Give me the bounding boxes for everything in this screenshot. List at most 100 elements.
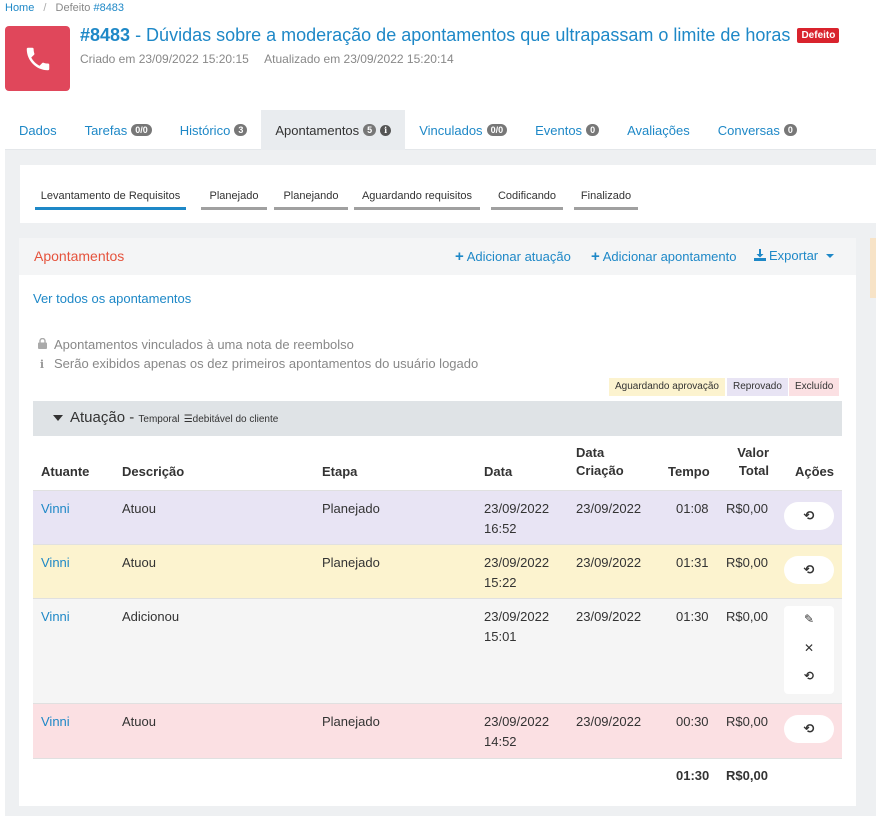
- tab-label: Eventos: [535, 122, 583, 138]
- add-apontamento-label: Adicionar apontamento: [602, 249, 737, 264]
- etapa-cell: Planejado: [322, 714, 380, 729]
- add-action-button[interactable]: + Adicionar atuação: [455, 248, 571, 265]
- breadcrumb-current: Defeito #8483: [56, 2, 125, 14]
- tab-label: Histórico: [179, 122, 231, 138]
- stage-aguardando-requisitos[interactable]: Aguardando requisitos: [354, 186, 480, 210]
- row-actions: ✎ ✕ ⟲: [784, 606, 834, 694]
- tab-label: Avaliações: [627, 122, 690, 138]
- breadcrumb-current-id: #8483: [93, 2, 125, 14]
- section-title-text: Atuação: [70, 409, 126, 426]
- ticket-dates: Criado em 23/09/2022 15:20:15 Atualizado…: [80, 52, 454, 66]
- tab-historico[interactable]: Histórico 3: [166, 110, 262, 150]
- edit-icon[interactable]: ✎: [784, 612, 834, 626]
- plus-icon: +: [455, 248, 464, 265]
- data-time: 16:52: [484, 521, 517, 536]
- stage-codificando[interactable]: Codificando: [491, 186, 563, 210]
- tempo-cell: 01:08: [676, 501, 709, 516]
- stage-planejando[interactable]: Planejando: [274, 186, 348, 210]
- data-cell: 23/09/2022 15:22: [484, 553, 549, 593]
- valor-cell: R$0,00: [726, 555, 768, 570]
- tab-eventos[interactable]: Eventos 0: [521, 110, 613, 150]
- breadcrumb-home-link[interactable]: Home: [5, 2, 34, 14]
- history-icon: ⟲: [803, 562, 815, 578]
- valor-cell: R$0,00: [726, 714, 768, 729]
- atuacao-section-header[interactable]: Atuação - Temporal ☰debitável do cliente: [33, 401, 842, 436]
- data-time: 15:01: [484, 629, 517, 644]
- criacao-cell: 23/09/2022: [576, 714, 642, 729]
- etapa-cell: Planejado: [322, 501, 380, 516]
- info-note: i Serão exibidos apenas os dez primeiros …: [36, 356, 478, 371]
- stage-finalizado[interactable]: Finalizado: [574, 186, 638, 210]
- atuante-link[interactable]: Vinni: [41, 553, 70, 573]
- descricao-cell: Adicionou: [122, 609, 180, 624]
- export-label: Exportar: [769, 248, 819, 263]
- descricao-cell: Atuou: [122, 555, 156, 570]
- tab-vinculados[interactable]: Vinculados 0/0: [405, 110, 521, 150]
- header-tempo: Tempo: [668, 464, 710, 479]
- plus-icon: +: [591, 248, 600, 265]
- export-dropdown[interactable]: Exportar: [754, 248, 834, 263]
- header-data: Data: [484, 464, 513, 479]
- data-time: 14:52: [484, 734, 517, 749]
- history-button[interactable]: ⟲: [784, 502, 834, 530]
- section-subtitle-debit: debitável do cliente: [192, 414, 279, 425]
- header-descricao: Descrição: [122, 464, 185, 479]
- delete-icon[interactable]: ✕: [784, 641, 834, 655]
- atuante-link[interactable]: Vinni: [41, 499, 70, 519]
- view-all-link[interactable]: Ver todos os apontamentos: [33, 291, 191, 306]
- valor-cell: R$0,00: [726, 501, 768, 516]
- header-valor-total: Valor Total: [724, 444, 769, 480]
- side-panel-edge: [870, 238, 876, 298]
- ticket-number: #8483: [80, 25, 131, 45]
- history-icon: ⟲: [803, 508, 815, 524]
- header-valor-line2: Total: [738, 463, 769, 478]
- totals-row: 01:30 R$0,00: [33, 758, 842, 792]
- table-row: Vinni Atuou Planejado 23/09/2022 15:22 23…: [33, 544, 842, 598]
- tab-label: Vinculados: [419, 122, 483, 138]
- data-date: 23/09/2022: [484, 555, 550, 570]
- lock-icon: [36, 337, 48, 352]
- tab-count-badge: 3: [234, 124, 248, 136]
- list-icon: ☰: [183, 414, 193, 425]
- data-cell: 23/09/2022 15:01: [484, 607, 549, 647]
- add-action-label: Adicionar atuação: [466, 249, 571, 264]
- add-apontamento-button[interactable]: + Adicionar apontamento: [591, 248, 736, 265]
- tab-tarefas[interactable]: Tarefas 0/0: [71, 110, 166, 150]
- valor-cell: R$0,00: [726, 609, 768, 624]
- caret-down-icon: [825, 254, 834, 258]
- atuante-link[interactable]: Vinni: [41, 712, 70, 732]
- header-etapa: Etapa: [322, 464, 358, 479]
- breadcrumb-current-type: Defeito: [55, 2, 91, 14]
- stage-levantamento[interactable]: Levantamento de Requisitos: [35, 186, 186, 210]
- tab-avaliacoes[interactable]: Avaliações: [613, 110, 704, 150]
- atuante-link[interactable]: Vinni: [41, 607, 70, 627]
- criacao-cell: 23/09/2022: [576, 609, 642, 624]
- tab-apontamentos[interactable]: Apontamentos 5 i: [261, 110, 406, 150]
- history-button[interactable]: ⟲: [784, 556, 834, 584]
- tab-count-badge: 0: [783, 124, 797, 136]
- header-valor-line1: Valor: [737, 445, 769, 460]
- tempo-cell: 01:31: [676, 555, 709, 570]
- phone-icon: [26, 47, 49, 70]
- history-button[interactable]: ⟲: [784, 715, 834, 743]
- history-icon[interactable]: ⟲: [784, 669, 834, 683]
- tab-label: Apontamentos: [275, 122, 360, 138]
- apontamentos-panel: Apontamentos + Adicionar atuação + Adicion…: [19, 238, 856, 806]
- tab-dados[interactable]: Dados: [5, 110, 71, 150]
- tempo-cell: 01:30: [676, 609, 709, 624]
- header-data-criacao: Data Criação: [576, 444, 624, 480]
- panel-header: Apontamentos + Adicionar atuação + Adicion…: [19, 238, 856, 275]
- table-row: Vinni Atuou Planejado 23/09/2022 14:52 23…: [33, 703, 842, 758]
- tab-count-badge: 0/0: [486, 124, 508, 136]
- breadcrumb: Home / Defeito #8483: [5, 2, 124, 14]
- ticket-subject: - Dúvidas sobre a moderação de apontamen…: [130, 25, 791, 45]
- info-icon[interactable]: i: [380, 124, 392, 136]
- table-row: Vinni Atuou Planejado 23/09/2022 16:52 23…: [33, 490, 842, 544]
- ticket-type-badge: Defeito: [797, 28, 840, 43]
- info-icon: i: [39, 358, 45, 371]
- stage-planejado[interactable]: Planejado: [201, 186, 267, 210]
- created-date: Criado em 23/09/2022 15:20:15: [80, 52, 249, 66]
- updated-date: Atualizado em 23/09/2022 15:20:14: [264, 52, 454, 66]
- tab-count-badge: 0/0: [131, 124, 152, 136]
- tab-conversas[interactable]: Conversas 0: [704, 110, 811, 150]
